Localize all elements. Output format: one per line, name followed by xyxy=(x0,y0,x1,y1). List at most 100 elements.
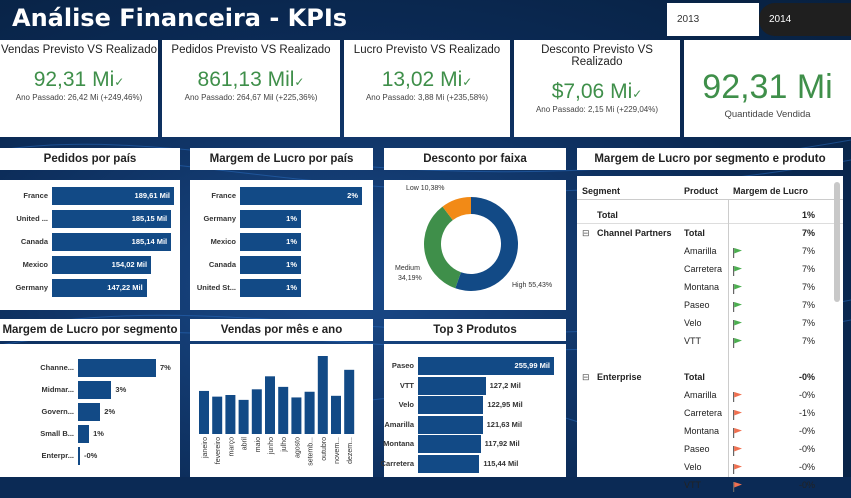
bar-row[interactable]: Germany 1% xyxy=(203,210,362,228)
category-label: Canada xyxy=(20,237,48,246)
bar-row[interactable]: United St... 1% xyxy=(197,279,362,297)
checkmark-icon: ✓ xyxy=(294,75,305,89)
kpi-card-vendas[interactable]: Vendas Previsto VS Realizado 92,31 Mi✓ A… xyxy=(0,40,158,137)
column-bar[interactable] xyxy=(212,396,223,434)
month-label: janeiro xyxy=(202,437,209,459)
month-label: fevereiro xyxy=(215,437,222,464)
column-bar[interactable] xyxy=(317,356,328,434)
bar-row[interactable]: Midmar... 3% xyxy=(41,381,156,399)
matrix-row[interactable]: Total 1% xyxy=(577,206,843,224)
collapse-icon[interactable]: ⊟ xyxy=(582,368,590,386)
chart-top3-produtos[interactable]: Paseo 255,99 Mil VTT 127,2 Mil Velo 122,95 Mi… xyxy=(381,344,566,477)
kpi-value: 92,31 Mi✓ xyxy=(33,68,125,91)
kpi-card-quantidade[interactable]: 92,31 Mi Quantidade Vendida xyxy=(684,40,851,137)
chart-pedidos-pais[interactable]: France 189,61 Mil United ... 185,15 Mil Cana… xyxy=(0,180,180,310)
bar-row[interactable]: Enterpr... -0% xyxy=(41,447,156,465)
matrix-row[interactable]: Carretera -1% xyxy=(577,404,843,422)
category-label: Mexico xyxy=(210,237,236,246)
chart-vendas-mes[interactable]: janeiro fevereiro março abril maio junho julho… xyxy=(190,344,373,477)
column-bar[interactable] xyxy=(265,376,275,434)
matrix-row[interactable]: Amarilla 7% xyxy=(577,242,843,260)
checkmark-icon: ✓ xyxy=(114,75,125,89)
bar[interactable] xyxy=(240,187,362,205)
bar-row[interactable]: Channe... 7% xyxy=(40,359,171,377)
donut-slice-medium[interactable] xyxy=(424,206,461,289)
margem-cell: 7% xyxy=(801,282,815,292)
column-bar[interactable] xyxy=(251,389,262,434)
matrix-row[interactable]: VTT 7% xyxy=(577,332,843,350)
bar-row[interactable]: Govern... 2% xyxy=(41,403,156,421)
bar[interactable] xyxy=(418,435,481,453)
matrix-row[interactable] xyxy=(577,350,843,368)
column-bar[interactable] xyxy=(291,397,302,434)
bar-row[interactable]: Mexico 154,02 Mil xyxy=(23,256,174,274)
matrix-row[interactable]: ⊟ Channel Partners Total 7% xyxy=(577,224,843,242)
matrix-row[interactable]: Paseo -0% xyxy=(577,440,843,458)
slice-label: 34,19% xyxy=(398,275,422,282)
bar-row[interactable]: VTT 127,2 Mil xyxy=(400,376,554,395)
bar-row[interactable]: Canada 1% xyxy=(209,256,362,274)
bar-row[interactable]: France 189,61 Mil xyxy=(23,187,174,205)
matrix-row[interactable]: Montana -0% xyxy=(577,422,843,440)
column-bar[interactable] xyxy=(304,391,315,434)
column-bar[interactable] xyxy=(278,386,289,434)
category-label: Montana xyxy=(383,439,414,448)
bar[interactable] xyxy=(418,376,486,395)
product-cell: Total xyxy=(684,372,705,382)
bar[interactable] xyxy=(78,381,112,399)
kpi-value: $7,06 Mi✓ xyxy=(551,80,643,103)
bar-row[interactable]: Carretera 115,44 Mil xyxy=(381,454,554,473)
bar-row[interactable]: Montana 117,92 Mil xyxy=(383,435,554,453)
matrix-row[interactable]: Amarilla -0% xyxy=(577,386,843,404)
chart-margem-segmento[interactable]: Channe... 7% Midmar... 3% Govern... 2% Small B… xyxy=(0,344,180,477)
matrix-row[interactable]: Paseo 7% xyxy=(577,296,843,314)
month-label: outubro xyxy=(321,437,328,461)
header-segment[interactable]: Segment xyxy=(582,182,620,200)
bar-row[interactable]: United ... 185,15 Mil xyxy=(16,210,174,228)
kpi-value: 13,02 Mi✓ xyxy=(381,68,473,91)
year-slicer-2013[interactable]: 2013 xyxy=(667,3,759,36)
bar-row[interactable]: Canada 185,14 Mil xyxy=(21,233,174,251)
product-cell: VTT xyxy=(684,480,701,490)
column-bar[interactable] xyxy=(225,395,236,434)
bar[interactable] xyxy=(418,415,483,434)
header-margem[interactable]: Margem de Lucro xyxy=(733,182,808,200)
kpi-card-desconto[interactable]: Desconto Previsto VS Realizado $7,06 Mi✓… xyxy=(514,40,680,137)
bar-row[interactable]: Paseo 255,99 Mil xyxy=(392,357,554,375)
bar[interactable] xyxy=(78,403,101,421)
margem-cell: -0% xyxy=(798,462,815,472)
collapse-icon[interactable]: ⊟ xyxy=(582,224,590,242)
product-cell: Velo xyxy=(684,318,702,328)
header-product[interactable]: Product xyxy=(684,182,718,200)
chart-desconto-faixa[interactable]: High 55,43% Medium 34,19% Low 10,38% xyxy=(384,180,566,310)
column-bar[interactable] xyxy=(199,390,209,434)
bar-row[interactable]: Germany 147,22 Mil xyxy=(15,279,174,297)
column-bar[interactable] xyxy=(331,395,341,434)
bar[interactable] xyxy=(78,447,80,465)
bar-row[interactable]: Amarilla 121,63 Mil xyxy=(384,415,554,434)
matrix-row[interactable]: Montana 7% xyxy=(577,278,843,296)
matrix-row[interactable]: ⊟ Enterprise Total -0% xyxy=(577,368,843,386)
bar-row[interactable]: Small B... 1% xyxy=(40,425,156,443)
category-label: Enterpr... xyxy=(41,451,74,460)
chart-margem-pais[interactable]: France 2% Germany 1% Mexico 1% Canada 1% United … xyxy=(190,180,373,310)
bar-row[interactable]: Mexico 1% xyxy=(211,233,362,251)
slice-label: Low 10,38% xyxy=(406,185,445,192)
kpi-card-lucro[interactable]: Lucro Previsto VS Realizado 13,02 Mi✓ An… xyxy=(344,40,510,137)
bar[interactable] xyxy=(78,425,90,443)
matrix-row[interactable]: Carretera 7% xyxy=(577,260,843,278)
matrix-row[interactable]: Velo 7% xyxy=(577,314,843,332)
bar[interactable] xyxy=(418,396,484,414)
matrix-scrollbar[interactable] xyxy=(834,182,840,302)
kpi-card-pedidos[interactable]: Pedidos Previsto VS Realizado 861,13 Mil… xyxy=(162,40,340,137)
bar-row[interactable]: Velo 122,95 Mil xyxy=(399,396,554,414)
bar[interactable] xyxy=(78,359,156,377)
matrix-row[interactable]: Velo -0% xyxy=(577,458,843,476)
year-slicer-2014[interactable]: 2014 xyxy=(759,3,851,36)
matrix-row[interactable]: VTT -0% xyxy=(577,476,843,494)
bar[interactable] xyxy=(418,454,480,473)
bar-row[interactable]: France 2% xyxy=(211,187,362,205)
column-bar[interactable] xyxy=(238,399,249,434)
column-bar[interactable] xyxy=(344,369,355,434)
matrix-table[interactable]: Segment Product Margem de Lucro Total 1% ⊟… xyxy=(577,176,843,492)
